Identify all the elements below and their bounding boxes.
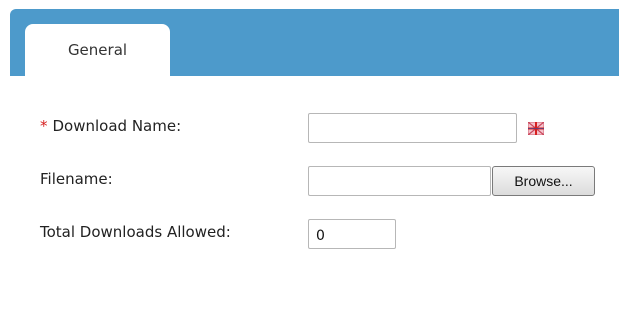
- download-name-input[interactable]: [308, 113, 517, 143]
- filename-label: Filename:: [40, 170, 113, 188]
- language-flag-icon: [528, 122, 544, 135]
- download-name-label: * Download Name:: [40, 117, 181, 135]
- download-name-label-text: Download Name:: [52, 117, 182, 135]
- tab-bar: General: [10, 9, 619, 76]
- browse-button[interactable]: Browse...: [492, 166, 595, 196]
- required-marker: *: [40, 117, 48, 135]
- total-downloads-input[interactable]: [308, 219, 396, 249]
- download-name-row: * Download Name:: [10, 111, 619, 145]
- tab-general[interactable]: General: [25, 24, 170, 76]
- total-downloads-row: Total Downloads Allowed:: [10, 217, 619, 251]
- download-form-panel: General * Download Name: Filename: Browse…: [10, 9, 619, 312]
- filename-input[interactable]: [308, 166, 491, 196]
- filename-row: Filename: Browse...: [10, 164, 619, 198]
- total-downloads-label: Total Downloads Allowed:: [40, 223, 231, 241]
